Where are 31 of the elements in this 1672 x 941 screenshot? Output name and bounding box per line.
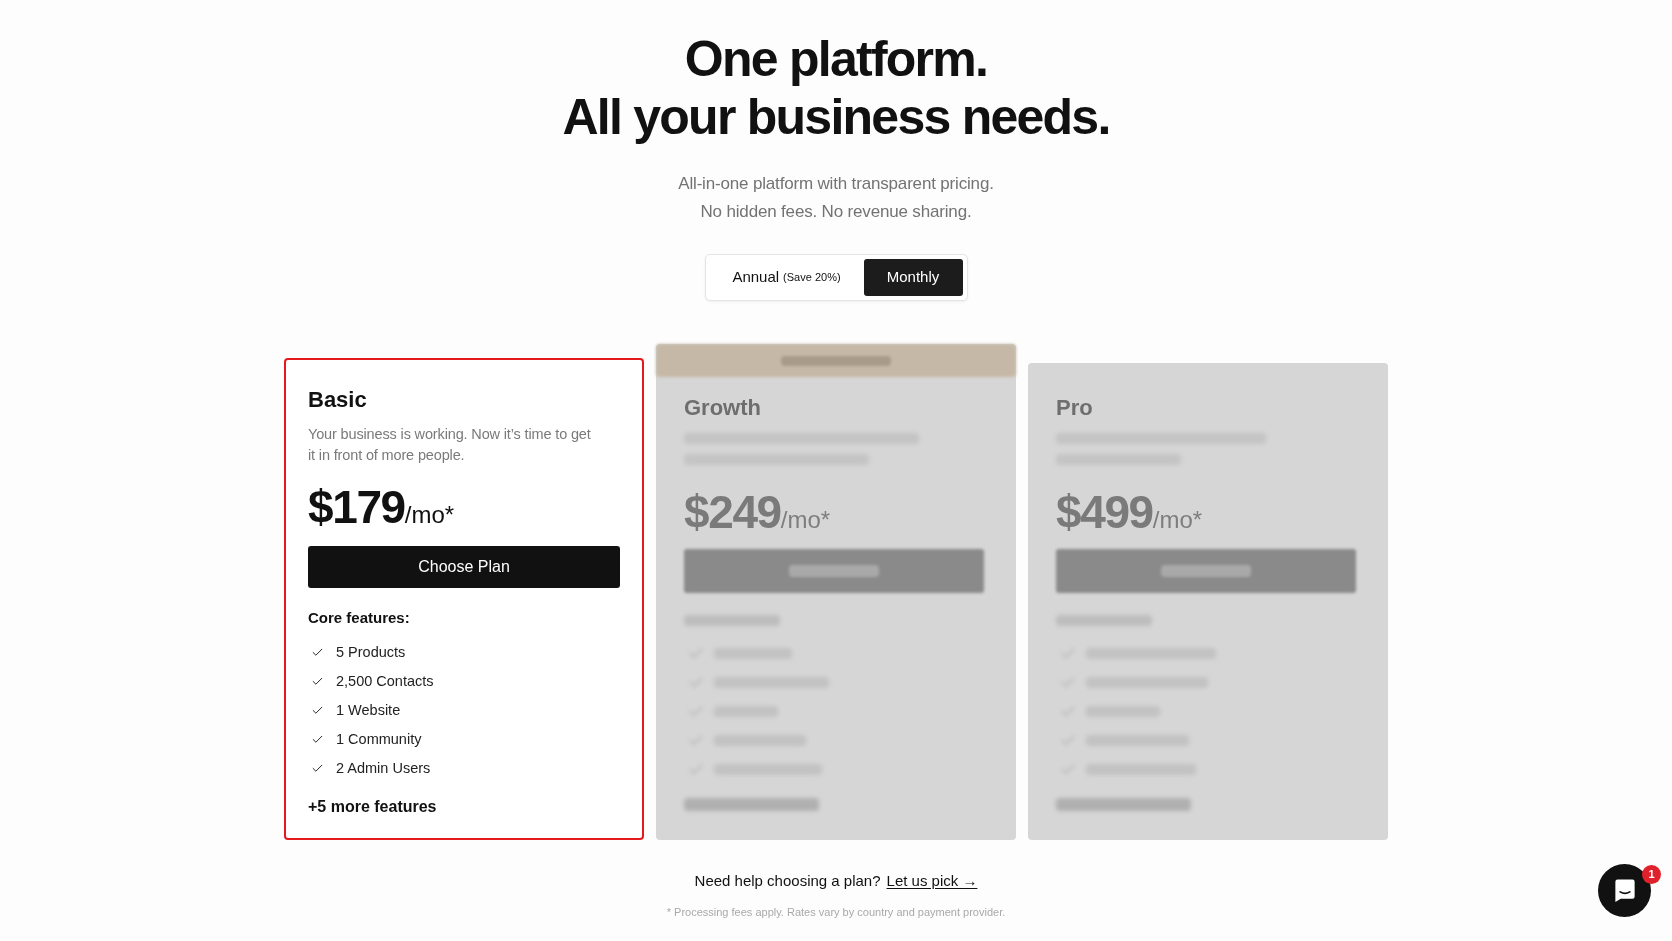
plan-name: Basic <box>308 386 367 414</box>
more-features-link[interactable]: +5 more features <box>308 796 437 818</box>
plan-price: $179/mo* <box>308 482 455 532</box>
chat-button[interactable] <box>1598 864 1651 917</box>
help-text: Need help choosing a plan? <box>694 871 881 891</box>
check-icon <box>311 675 324 688</box>
check-icon <box>311 762 324 775</box>
features-heading: Core features: <box>308 608 410 628</box>
let-us-pick-link[interactable]: Let us pick → <box>886 871 978 891</box>
subtitle: All-in-one platform with transparent pricing. <box>678 173 994 195</box>
subtitle: No hidden fees. No revenue sharing. <box>700 201 972 223</box>
check-icon <box>311 704 324 717</box>
headline: All your business needs. <box>562 88 1110 146</box>
feature-text: 1 Community <box>336 729 422 749</box>
feature-text: 2,500 Contacts <box>336 671 434 691</box>
footnote: * Processing fees apply. Rates vary by country and payment provider. <box>666 905 1006 920</box>
plan-name: Pro <box>1056 394 1093 422</box>
plan-price: $249/mo* <box>684 487 831 537</box>
headline: One platform. <box>684 30 988 88</box>
notification-badge: 1 <box>1642 865 1661 884</box>
feature-text: 2 Admin Users <box>336 758 431 778</box>
plan-name: Growth <box>684 394 761 422</box>
choose-plan-button[interactable]: Choose Plan <box>308 546 620 588</box>
billing-option[interactable]: Monthly <box>863 259 963 296</box>
check-icon <box>311 646 324 659</box>
check-icon <box>311 733 324 746</box>
plan-price: $499/mo* <box>1056 487 1203 537</box>
chat-bubble-icon <box>1613 879 1636 902</box>
feature-text: 5 Products <box>336 642 406 662</box>
feature-text: 1 Website <box>336 700 401 720</box>
plan-description: Your business is working. Now it’s time to get it in front of more people. <box>308 425 592 465</box>
